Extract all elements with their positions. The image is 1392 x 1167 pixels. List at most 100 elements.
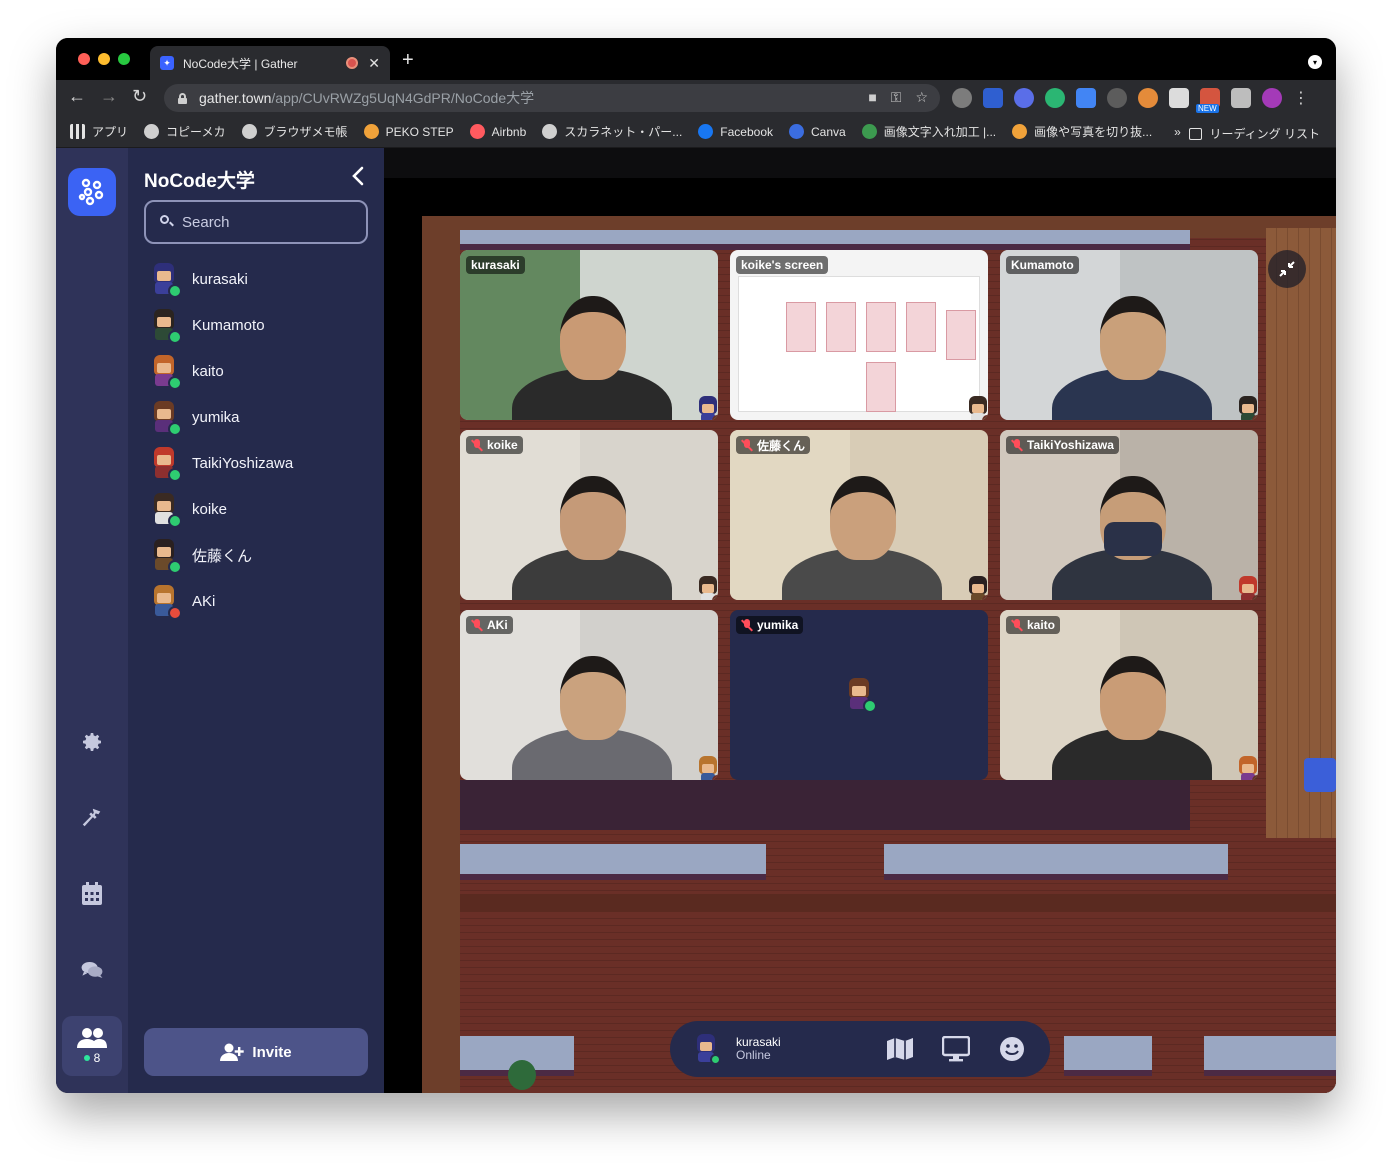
extension-7-icon[interactable] [1138, 88, 1158, 108]
bookmark-label: アプリ [92, 125, 129, 139]
participant-item[interactable]: kaito [148, 348, 368, 394]
reload-button[interactable]: ↻ [132, 86, 147, 107]
reading-list-icon [1188, 127, 1202, 140]
invite-button[interactable]: Invite [144, 1028, 368, 1076]
extension-3-icon[interactable] [1014, 88, 1034, 108]
screen-card [826, 302, 856, 352]
participant-item[interactable]: kurasaki [148, 256, 368, 302]
bookmark-item[interactable]: スカラネット・パー... [542, 123, 682, 140]
participant-name: kaito [192, 362, 224, 380]
address-bar[interactable]: gather.town/app/CUvRWZg5UqN4GdPR/NoCode大… [164, 84, 940, 112]
bookmark-item[interactable]: アプリ [70, 123, 128, 140]
bookmarks-overflow-button[interactable]: » [1174, 125, 1181, 139]
extension-4-icon[interactable] [1045, 88, 1065, 108]
participant-item[interactable]: AKi [148, 578, 368, 624]
participant-item[interactable]: koike [148, 486, 368, 532]
screen-card [946, 310, 976, 360]
close-window-button[interactable] [78, 53, 90, 65]
bookmark-item[interactable]: Facebook [698, 124, 773, 139]
bookmark-item[interactable]: PEKO STEP [363, 124, 454, 139]
browser-menu-icon[interactable]: ⋮ [1293, 88, 1309, 108]
video-tile-name: Kumamoto [1011, 258, 1074, 272]
translate-icon[interactable] [1076, 88, 1096, 108]
bookmark-label: 画像や写真を切り抜... [1034, 125, 1153, 139]
person-head [560, 476, 626, 560]
video-tile[interactable]: TaikiYoshizawa [1000, 430, 1258, 600]
bookmark-item[interactable]: 画像文字入れ加工 |... [861, 123, 996, 140]
online-dot-icon [83, 1055, 90, 1061]
reader-icon[interactable] [1169, 88, 1189, 108]
video-tile-name: 佐藤くん [757, 438, 806, 453]
gather-logo-icon[interactable] [68, 168, 116, 216]
participant-item[interactable]: yumika [148, 394, 368, 440]
blue-sofa [1304, 758, 1336, 792]
video-tile[interactable]: kurasaki [460, 250, 718, 420]
screen-share-icon[interactable] [942, 1035, 970, 1063]
status-dot-icon [168, 376, 182, 390]
avatar [148, 353, 182, 390]
video-tile[interactable]: kaito [1000, 610, 1258, 780]
search-input[interactable] [182, 213, 362, 231]
chat-bubbles-icon[interactable] [80, 958, 104, 982]
avatar [148, 445, 182, 482]
calendar-icon[interactable] [80, 882, 104, 906]
participants-button[interactable]: 8 [62, 1016, 122, 1076]
avatar [1236, 756, 1258, 780]
settings-gear-icon[interactable] [80, 730, 104, 754]
status-dot-icon [168, 560, 182, 574]
camera-icon[interactable]: ■ [868, 89, 876, 106]
mic-muted-icon [741, 439, 753, 451]
bookmark-star-icon[interactable]: ☆ [915, 89, 928, 106]
profile-avatar-icon[interactable] [1262, 88, 1282, 108]
video-tile[interactable]: Kumamoto [1000, 250, 1258, 420]
map-icon[interactable] [886, 1035, 914, 1063]
extension-new-icon[interactable]: NEW [1196, 88, 1220, 113]
bookmark-label: コピーメカ [166, 125, 226, 139]
person-head [560, 656, 626, 740]
add-user-icon [220, 1043, 245, 1061]
wall-segment-right [884, 844, 1228, 880]
zoom-window-button[interactable] [118, 53, 130, 65]
video-tile[interactable]: koike [460, 430, 718, 600]
bookmark-item[interactable]: ブラウザメモ帳 [241, 123, 348, 140]
video-tile[interactable]: AKi [460, 610, 718, 780]
bookmark-item[interactable]: Canva [789, 124, 846, 139]
tab-gather[interactable]: ✦ NoCode大学 | Gather ✕ [150, 46, 390, 80]
key-icon[interactable]: ⚿ [891, 89, 902, 106]
mic-muted-icon [1011, 619, 1023, 631]
bookmark-item[interactable]: Airbnb [469, 124, 526, 139]
participant-item[interactable]: 佐藤くん [148, 532, 368, 578]
build-hammer-icon[interactable] [80, 806, 104, 830]
new-tab-button[interactable]: + [402, 49, 414, 72]
minimize-window-button[interactable] [98, 53, 110, 65]
participant-name: yumika [192, 408, 240, 426]
participant-item[interactable]: TaikiYoshizawa [148, 440, 368, 486]
space-title: NoCode大学 [144, 171, 255, 192]
forward-button[interactable]: → [100, 86, 118, 107]
game-map[interactable]: kurasaki koike's screen Kumamoto koike 佐藤くん T… [384, 148, 1336, 1093]
participant-item[interactable]: Kumamoto [148, 302, 368, 348]
video-tile[interactable]: yumika [730, 610, 988, 780]
extension-2-icon[interactable] [983, 88, 1003, 108]
back-button[interactable]: ← [68, 86, 86, 107]
reading-list-button[interactable]: リーディング リスト [1188, 125, 1320, 142]
emoji-icon[interactable] [998, 1035, 1026, 1063]
bookmark-item[interactable]: 画像や写真を切り抜... [1012, 123, 1152, 140]
bookmark-item[interactable]: コピーメカ [144, 123, 226, 140]
collapse-panel-icon[interactable] [350, 166, 366, 186]
video-tile[interactable]: 佐藤くん [730, 430, 988, 600]
avatar [966, 396, 988, 420]
person-head [830, 476, 896, 560]
extension-6-icon[interactable] [1107, 88, 1127, 108]
puzzle-extensions-icon[interactable] [1231, 88, 1251, 108]
tab-search-icon[interactable]: ▾ [1308, 55, 1322, 69]
self-avatar[interactable] [692, 1033, 721, 1065]
minimize-video-button[interactable] [1268, 250, 1306, 288]
facebook-icon [698, 124, 714, 139]
video-tile[interactable]: koike's screen [730, 250, 988, 420]
avatar [966, 576, 988, 600]
tab-close-icon[interactable]: ✕ [368, 55, 380, 72]
extension-1-icon[interactable] [952, 88, 972, 108]
search-box[interactable] [144, 200, 368, 244]
shared-screen [738, 276, 980, 412]
